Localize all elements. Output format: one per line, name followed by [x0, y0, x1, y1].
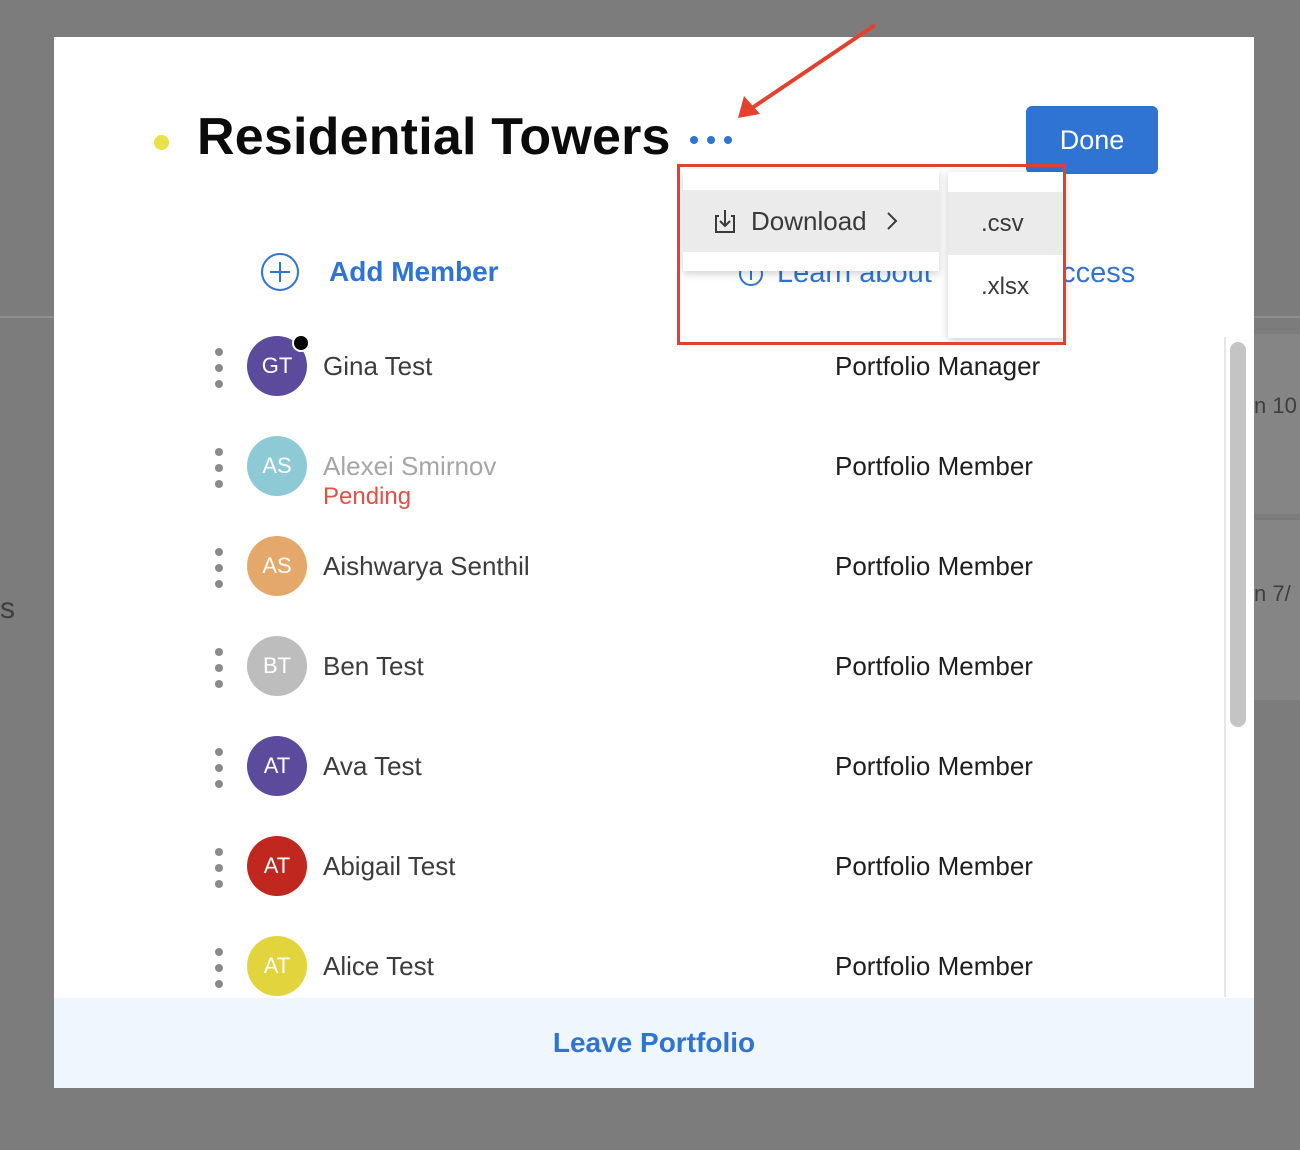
annotation-arrow-icon — [738, 23, 877, 118]
